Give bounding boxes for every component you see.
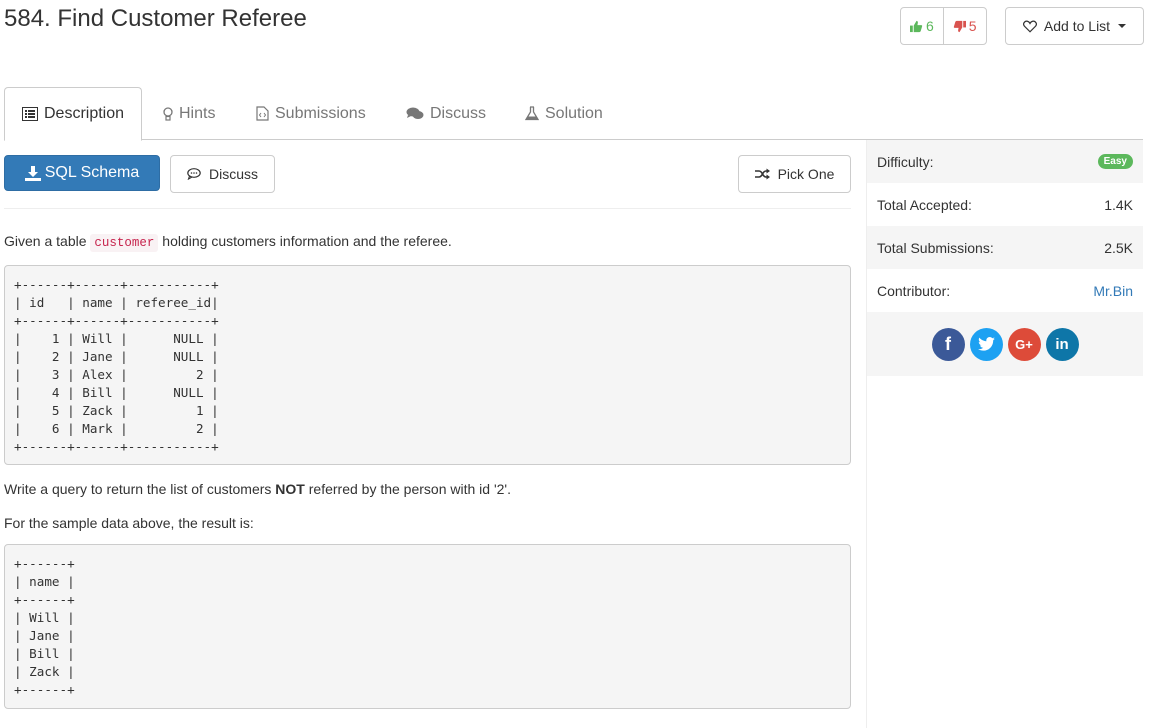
tab-bar: Description Hints Submissions Discuss So… bbox=[4, 87, 1143, 141]
inline-code-customer: customer bbox=[90, 234, 159, 252]
tab-submissions-label: Submissions bbox=[275, 104, 366, 122]
add-to-list-label: Add to List bbox=[1043, 18, 1111, 34]
intro-text-after: holding customers information and the re… bbox=[158, 233, 452, 249]
pick-one-button[interactable]: Pick One bbox=[738, 155, 851, 193]
tab-discuss-label: Discuss bbox=[430, 104, 487, 122]
tab-solution[interactable]: Solution bbox=[525, 87, 603, 140]
difficulty-badge: Easy bbox=[1097, 154, 1133, 169]
caret-down-icon bbox=[1118, 24, 1127, 28]
flask-icon bbox=[525, 106, 539, 121]
twitter-bird-glyph bbox=[977, 337, 995, 351]
divider bbox=[4, 208, 851, 209]
difficulty-label: Difficulty: bbox=[877, 153, 934, 170]
discuss-button[interactable]: Discuss bbox=[170, 155, 275, 193]
submissions-label: Total Submissions: bbox=[877, 239, 994, 256]
share-bar: f G+ in bbox=[867, 312, 1143, 376]
tab-hints-label: Hints bbox=[179, 104, 216, 122]
page-title: 584. Find Customer Referee bbox=[4, 5, 307, 32]
download-icon bbox=[24, 165, 41, 181]
twitter-icon[interactable] bbox=[969, 327, 1003, 361]
output-table-block: +------+ | name | +------+ | Will | | Ja… bbox=[4, 544, 851, 709]
google-plus-icon[interactable]: G+ bbox=[1007, 327, 1041, 361]
submissions-row: Total Submissions: 2.5K bbox=[867, 226, 1143, 269]
heart-icon bbox=[1022, 20, 1037, 33]
input-table-block: +------+------+-----------+ | id | name … bbox=[4, 265, 851, 465]
accepted-value: 1.4K bbox=[1104, 196, 1133, 213]
contributor-link[interactable]: Mr.Bin bbox=[1093, 283, 1133, 299]
upvote-count: 6 bbox=[926, 18, 934, 34]
accepted-row: Total Accepted: 1.4K bbox=[867, 183, 1143, 226]
lightbulb-icon bbox=[163, 106, 173, 121]
vote-group: 6 5 bbox=[900, 7, 987, 45]
submissions-value: 2.5K bbox=[1104, 239, 1133, 256]
sql-schema-button[interactable]: SQL Schema bbox=[4, 155, 160, 191]
contributor-label: Contributor: bbox=[877, 282, 951, 299]
upvote-button[interactable]: 6 bbox=[901, 8, 943, 44]
tab-submissions[interactable]: Submissions bbox=[256, 87, 366, 140]
problem-sidebar: Difficulty: Easy Total Accepted: 1.4K To… bbox=[866, 140, 1143, 728]
pick-one-label: Pick One bbox=[777, 166, 835, 182]
tab-hints[interactable]: Hints bbox=[163, 87, 215, 140]
accepted-label: Total Accepted: bbox=[877, 196, 972, 213]
discuss-label: Discuss bbox=[208, 166, 258, 182]
difficulty-row: Difficulty: Easy bbox=[867, 140, 1143, 183]
contributor-row: Contributor: Mr.Bin bbox=[867, 269, 1143, 312]
add-to-list-button[interactable]: Add to List bbox=[1005, 7, 1144, 45]
thumbs-up-icon bbox=[910, 20, 923, 32]
description-intro: Given a table customer holding customers… bbox=[4, 233, 452, 252]
intro-text-before: Given a table bbox=[4, 233, 91, 249]
facebook-icon[interactable]: f bbox=[931, 327, 965, 361]
tab-solution-label: Solution bbox=[545, 104, 603, 122]
thumbs-down-icon bbox=[953, 20, 966, 32]
query-text-after: referred by the person with id '2'. bbox=[304, 481, 511, 497]
comment-icon bbox=[187, 168, 201, 180]
query-text-bold: NOT bbox=[275, 481, 305, 497]
code-file-icon bbox=[256, 106, 269, 121]
query-text-before: Write a query to return the list of cust… bbox=[4, 481, 276, 497]
tab-discuss[interactable]: Discuss bbox=[406, 87, 486, 140]
downvote-count: 5 bbox=[968, 18, 977, 34]
sql-schema-label: SQL Schema bbox=[44, 164, 140, 181]
result-intro: For the sample data above, the result is… bbox=[4, 515, 254, 531]
list-icon bbox=[21, 107, 38, 121]
shuffle-icon bbox=[754, 168, 770, 180]
linkedin-icon[interactable]: in bbox=[1045, 327, 1079, 361]
tab-description[interactable]: Description bbox=[4, 87, 142, 141]
tab-description-label: Description bbox=[43, 105, 125, 122]
downvote-button[interactable]: 5 bbox=[942, 8, 986, 44]
comments-icon bbox=[406, 107, 424, 119]
query-instruction: Write a query to return the list of cust… bbox=[4, 481, 511, 497]
